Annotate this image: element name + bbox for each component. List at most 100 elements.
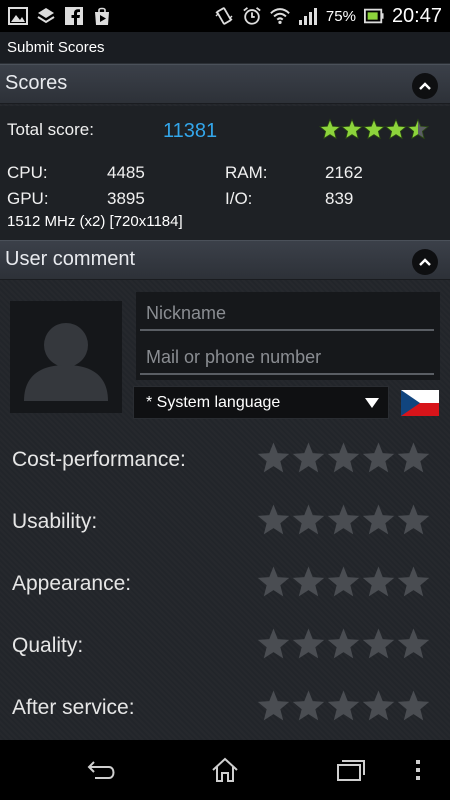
star-icon [292,628,325,659]
rating-star-button[interactable] [256,564,291,600]
star-icon [327,628,360,659]
rating-star-button[interactable] [291,564,326,600]
rating-star-button[interactable] [326,688,361,724]
rating-star-button[interactable] [361,688,396,724]
user-silhouette-icon [24,323,108,401]
star-icon [292,566,325,597]
cpu-label: CPU: [7,163,48,182]
rating-star-button[interactable] [256,440,291,476]
wifi-icon [270,6,290,26]
facebook-icon [64,6,84,26]
rating-star-button[interactable] [361,564,396,600]
rating-star-button[interactable] [361,440,396,476]
status-bar: 75% 20:47 [0,0,450,32]
mail-or-phone-input[interactable] [146,344,431,370]
rating-star-button[interactable] [396,688,431,724]
rating-row: Usability: [0,498,450,548]
scores-section-header[interactable]: Scores [0,64,450,104]
score-star-icon [385,118,407,140]
gpu-label: GPU: [7,189,49,208]
chevron-up-icon [419,258,431,266]
score-star-icon [341,118,363,140]
overflow-menu-button[interactable] [406,754,430,786]
star-icon [397,504,430,535]
star-icon [362,442,395,473]
more-vertical-icon [416,760,420,780]
rating-star-button[interactable] [361,626,396,662]
rating-star-button[interactable] [326,626,361,662]
recent-apps-button[interactable] [330,754,370,786]
star-icon [257,442,290,473]
avatar[interactable] [10,301,122,413]
alarm-icon [242,6,262,26]
chevron-up-icon [419,82,431,90]
user-comment-section-header[interactable]: User comment [0,240,450,280]
rating-star-button[interactable] [396,502,431,538]
star-icon [292,442,325,473]
total-score-stars [319,118,429,140]
scores-collapse-button[interactable] [412,73,438,99]
rating-stars [256,688,431,724]
rating-label: Usability: [12,510,98,533]
star-icon [257,504,290,535]
rating-star-button[interactable] [396,440,431,476]
rating-star-button[interactable] [256,626,291,662]
star-icon [362,690,395,721]
rating-stars [256,502,431,538]
rating-label: Quality: [12,634,84,657]
scores-header-label: Scores [5,72,68,94]
nickname-input[interactable] [146,300,431,326]
rating-star-button[interactable] [256,502,291,538]
star-icon [362,566,395,597]
star-icon [397,628,430,659]
back-button[interactable] [82,754,122,786]
czech-flag-icon[interactable] [401,390,439,416]
rating-star-button[interactable] [396,564,431,600]
recent-apps-icon [337,760,365,781]
ram-value: 2162 [325,163,363,182]
battery-percent: 75% [325,7,356,25]
rating-star-button[interactable] [291,440,326,476]
star-icon [397,690,430,721]
total-score-label: Total score: [7,120,94,139]
rating-star-button[interactable] [291,502,326,538]
cpu-value: 4485 [107,163,145,182]
rating-star-button[interactable] [326,440,361,476]
language-select[interactable]: * System language [133,386,389,419]
rating-row: Cost-performance: [0,436,450,486]
home-button[interactable] [205,754,245,786]
gallery-icon [8,6,28,26]
rating-stars [256,440,431,476]
rating-star-button[interactable] [326,502,361,538]
rating-star-button[interactable] [361,502,396,538]
play-store-icon [92,6,112,26]
checklist-icon [36,6,56,26]
star-icon [397,566,430,597]
io-value: 839 [325,189,354,208]
rating-star-button[interactable] [256,688,291,724]
rating-row: After service: [0,684,450,734]
star-icon [327,566,360,597]
rating-star-button[interactable] [291,688,326,724]
ram-label: RAM: [225,163,268,182]
rating-label: Cost-performance: [12,448,186,471]
rating-star-button[interactable] [291,626,326,662]
user-comment-header-label: User comment [5,248,136,270]
star-icon [292,690,325,721]
user-comment-collapse-button[interactable] [412,249,438,275]
star-icon [292,504,325,535]
star-icon [327,690,360,721]
score-star-icon [319,118,341,140]
vibrate-icon [214,6,234,26]
input-underline [140,373,434,375]
rating-star-button[interactable] [396,626,431,662]
input-underline [140,329,434,331]
home-icon [212,757,238,782]
star-icon [327,504,360,535]
star-icon [397,442,430,473]
rating-label: Appearance: [12,572,132,595]
rating-star-button[interactable] [326,564,361,600]
content-area: Scores Total score: 11381 CPU: 4485 RAM:… [0,64,450,740]
rating-label: After service: [12,696,135,719]
star-icon [362,628,395,659]
